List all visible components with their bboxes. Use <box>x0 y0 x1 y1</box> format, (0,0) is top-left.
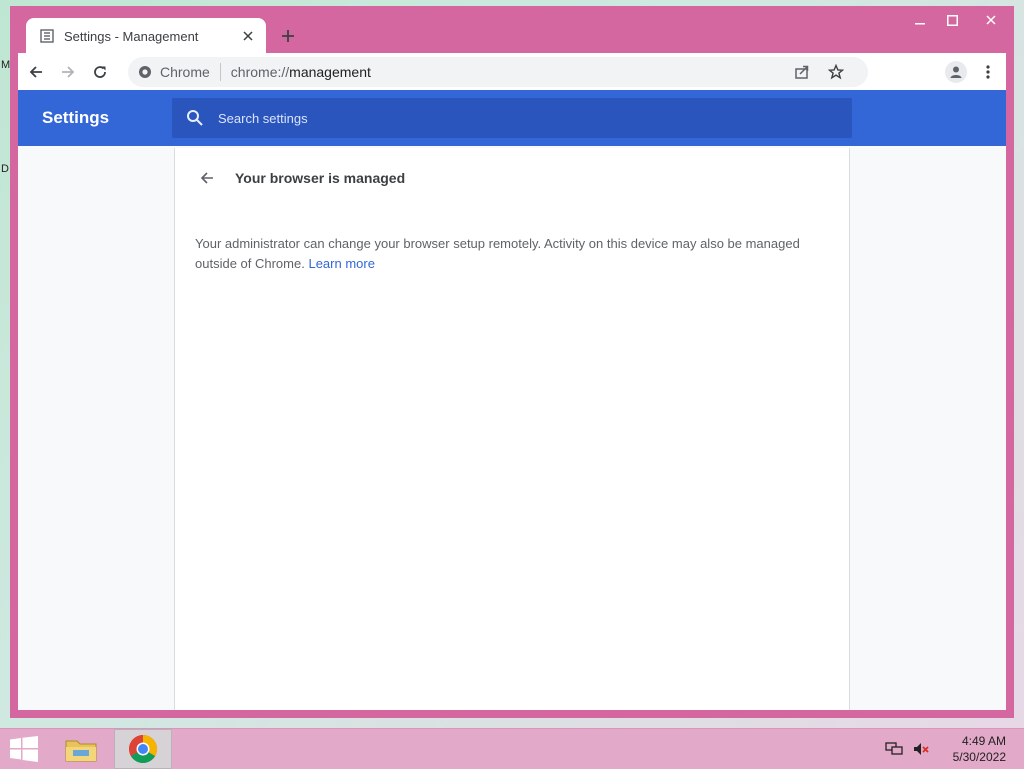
tab-title: Settings - Management <box>64 28 199 44</box>
system-tray: 4:49 AM 5/30/2022 <box>883 729 1006 769</box>
settings-content: Your browser is managed Your administrat… <box>18 146 1006 710</box>
settings-header: Settings <box>18 90 1006 146</box>
back-icon <box>29 65 42 78</box>
learn-more-link[interactable]: Learn more <box>308 256 374 271</box>
minimize-icon <box>915 23 925 25</box>
clock-date: 5/30/2022 <box>952 750 1006 764</box>
volume-tray-button[interactable] <box>911 738 933 760</box>
reload-icon <box>94 65 106 78</box>
windows-logo-icon <box>10 736 38 762</box>
url-scheme: chrome:// <box>230 64 290 80</box>
taskbar: 4:49 AM 5/30/2022 <box>0 728 1024 769</box>
address-bar[interactable]: Chrome chrome://management <box>128 57 868 87</box>
settings-title: Settings <box>42 108 110 127</box>
back-to-settings-button[interactable] <box>195 166 219 190</box>
url-host: management <box>289 64 371 80</box>
maximize-button[interactable] <box>936 6 968 34</box>
maximize-icon <box>946 14 958 26</box>
back-button[interactable] <box>20 56 52 88</box>
site-chip-label: Chrome <box>160 64 210 80</box>
folder-icon <box>65 740 97 762</box>
share-icon <box>795 65 809 79</box>
forward-button[interactable] <box>52 56 84 88</box>
search-box[interactable] <box>172 98 852 138</box>
chrome-icon <box>129 735 157 763</box>
toolbar-right <box>940 53 1006 90</box>
clock-time: 4:49 AM <box>961 734 1006 748</box>
page-title: Your browser is managed <box>235 170 406 186</box>
profile-button[interactable] <box>940 56 972 88</box>
menu-icon <box>986 64 990 79</box>
browser-window: Settings - Management Chrome chrome://ma… <box>10 6 1014 718</box>
desktop-icon-label-fragment[interactable]: D <box>1 163 9 175</box>
window-controls <box>904 6 1014 34</box>
share-button[interactable] <box>786 56 818 88</box>
minimize-button[interactable] <box>904 6 936 34</box>
omnibox-divider <box>219 63 221 81</box>
taskbar-file-explorer[interactable] <box>52 729 110 769</box>
clock[interactable]: 4:49 AM 5/30/2022 <box>953 733 1006 765</box>
plus-icon <box>282 30 294 42</box>
search-icon <box>187 110 203 126</box>
search-input[interactable] <box>216 109 820 127</box>
close-window-button[interactable] <box>968 6 1014 34</box>
reload-button[interactable] <box>84 56 116 88</box>
management-card: Your browser is managed Your administrat… <box>174 148 850 710</box>
star-icon <box>828 64 844 80</box>
taskbar-chrome[interactable] <box>114 729 172 769</box>
profile-icon <box>950 66 962 78</box>
start-button[interactable] <box>0 729 48 769</box>
card-header: Your browser is managed <box>195 166 405 190</box>
url-text: chrome://management <box>231 64 371 80</box>
bookmark-star-button[interactable] <box>820 56 852 88</box>
chrome-site-icon[interactable] <box>138 65 152 79</box>
network-icon <box>884 742 903 755</box>
tab-settings-management[interactable]: Settings - Management <box>26 18 266 54</box>
volume-muted-icon <box>913 743 929 755</box>
browser-menu-button[interactable] <box>972 56 1004 88</box>
avatar <box>945 60 967 83</box>
close-icon <box>243 31 253 41</box>
desktop-icon-label-fragment[interactable]: M <box>1 59 10 71</box>
settings-document-icon <box>40 29 54 43</box>
back-arrow-icon <box>200 172 213 184</box>
new-tab-button[interactable] <box>276 22 300 50</box>
close-icon <box>986 15 996 25</box>
tab-close-button[interactable] <box>236 24 260 48</box>
forward-icon <box>62 65 75 78</box>
management-description: Your administrator can change your brows… <box>195 234 815 274</box>
network-tray-button[interactable] <box>883 738 905 760</box>
browser-toolbar: Chrome chrome://management <box>18 53 1006 90</box>
management-body-text: Your administrator can change your brows… <box>195 236 800 271</box>
